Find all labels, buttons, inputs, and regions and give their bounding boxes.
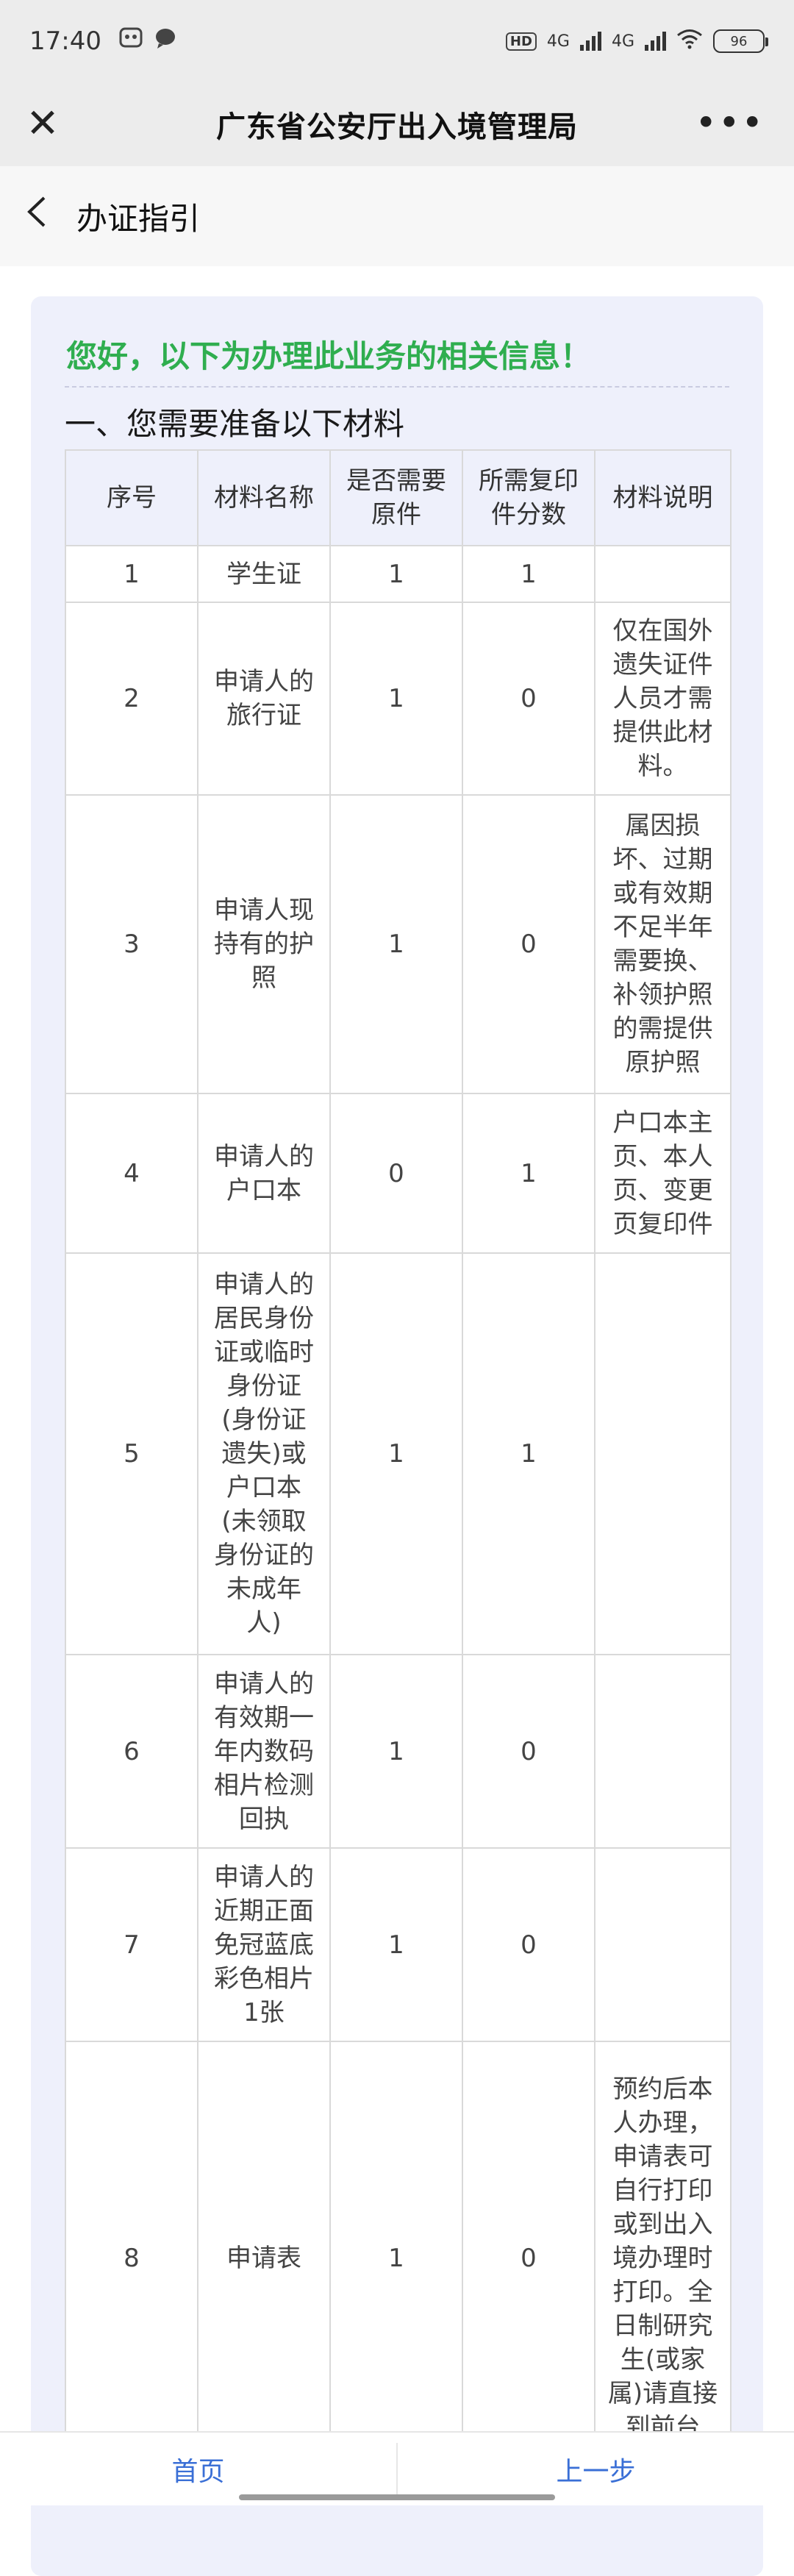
cell-name: 申请人的户口本 [197, 1093, 331, 1254]
cell-copies: 0 [462, 602, 596, 796]
battery-level: 96 [730, 33, 748, 49]
home-indicator[interactable] [239, 2494, 555, 2500]
cell-no: 1 [65, 545, 198, 603]
header-copies: 所需复印件分数 [462, 449, 596, 546]
cell-no: 8 [65, 2041, 198, 2476]
more-options-icon[interactable]: ••• [695, 104, 765, 141]
signal-icon-2 [645, 32, 666, 51]
cell-name: 申请人的旅行证 [197, 602, 331, 796]
table-row: 8 申请表 1 0 预约后本人办理，申请表可自行打印或到出入境办理时打印。全日制… [65, 2041, 732, 2476]
header-original: 是否需要原件 [329, 449, 463, 546]
cell-original: 0 [329, 1093, 463, 1254]
cell-note [594, 1654, 732, 1849]
cell-note: 属因损坏、过期或有效期不足半年需要换、补领护照的需提供原护照 [594, 794, 732, 1094]
page-title: 广东省公安厅出入境管理局 [216, 110, 578, 144]
cell-no: 7 [65, 1847, 198, 2042]
header-name: 材料名称 [197, 449, 331, 546]
cell-copies: 0 [462, 794, 596, 1094]
network-label-1: 4G [546, 32, 570, 51]
table-row: 3 申请人现持有的护照 1 0 属因损坏、过期或有效期不足半年需要换、补领护照的… [65, 794, 732, 1094]
battery-icon: 96 [713, 29, 768, 53]
cell-no: 5 [65, 1252, 198, 1655]
cell-original: 1 [329, 794, 463, 1094]
table-row: 4 申请人的户口本 0 1 户口本主页、本人页、变更页复印件 [65, 1093, 732, 1254]
cell-no: 4 [65, 1093, 198, 1254]
status-indicators: HD 4G 4G 96 [505, 29, 768, 54]
cell-copies: 0 [462, 1847, 596, 2042]
back-arrow-icon[interactable] [25, 194, 54, 238]
cell-copies: 0 [462, 2041, 596, 2476]
status-time: 17:40 [29, 26, 101, 56]
cell-no: 3 [65, 794, 198, 1094]
cell-no: 6 [65, 1654, 198, 1849]
table-row: 5 申请人的居民身份证或临时身份证(身份证遗失)或户口本(未领取身份证的未成年人… [65, 1252, 732, 1655]
chat-bubble-icon [154, 27, 176, 55]
cell-note: 仅在国外遗失证件人员才需提供此材料。 [594, 602, 732, 796]
sub-header: 办证指引 [0, 166, 794, 266]
cell-no: 2 [65, 602, 198, 796]
table-row: 7 申请人的近期正面免冠蓝底彩色相片1张 1 0 [65, 1847, 732, 2042]
materials-table: 序号 材料名称 是否需要原件 所需复印件分数 材料说明 1 学生证 1 1 2 … [65, 449, 732, 2476]
cell-copies: 1 [462, 545, 596, 603]
wifi-icon [676, 29, 703, 54]
cell-original: 1 [329, 545, 463, 603]
signal-icon-1 [579, 32, 601, 51]
table-header-row: 序号 材料名称 是否需要原件 所需复印件分数 材料说明 [65, 449, 732, 546]
cell-note: 户口本主页、本人页、变更页复印件 [594, 1093, 732, 1254]
dashed-divider [65, 386, 729, 388]
cell-copies: 0 [462, 1654, 596, 1849]
cell-note [594, 1847, 732, 2042]
cell-copies: 1 [462, 1093, 596, 1254]
cell-original: 1 [329, 1847, 463, 2042]
status-bar: 17:40 HD 4G 4G 96 [0, 0, 794, 82]
table-row: 2 申请人的旅行证 1 0 仅在国外遗失证件人员才需提供此材料。 [65, 602, 732, 796]
cell-original: 1 [329, 1252, 463, 1655]
cell-note [594, 1252, 732, 1655]
close-icon[interactable]: ✕ [22, 103, 63, 144]
cell-name: 申请人的有效期一年内数码相片检测回执 [197, 1654, 331, 1849]
table-row: 1 学生证 1 1 [65, 545, 732, 603]
network-label-2: 4G [611, 32, 634, 51]
cell-note: 预约后本人办理，申请表可自行打印或到出入境办理时打印。全日制研究生(或家属)请直… [594, 2041, 732, 2476]
section-title: 一、您需要准备以下材料 [65, 406, 405, 442]
cell-name: 学生证 [197, 545, 331, 603]
app-notification-icon [119, 27, 143, 55]
hd-voice-badge: HD [505, 32, 537, 51]
greeting-text: 您好，以下为办理此业务的相关信息！ [66, 338, 592, 374]
info-card: 您好，以下为办理此业务的相关信息！ 一、您需要准备以下材料 序号 材料名称 是否… [31, 296, 763, 2576]
cell-name: 申请人的居民身份证或临时身份证(身份证遗失)或户口本(未领取身份证的未成年人) [197, 1252, 331, 1655]
title-bar: ✕ 广东省公安厅出入境管理局 ••• [0, 82, 794, 166]
header-note: 材料说明 [594, 449, 732, 546]
cell-name: 申请人现持有的护照 [197, 794, 331, 1094]
cell-original: 1 [329, 602, 463, 796]
cell-name: 申请表 [197, 2041, 331, 2476]
header-no: 序号 [65, 449, 198, 546]
cell-note [594, 545, 732, 603]
cell-copies: 1 [462, 1252, 596, 1655]
table-row: 6 申请人的有效期一年内数码相片检测回执 1 0 [65, 1654, 732, 1849]
cell-original: 1 [329, 2041, 463, 2476]
cell-name: 申请人的近期正面免冠蓝底彩色相片1张 [197, 1847, 331, 2042]
cell-original: 1 [329, 1654, 463, 1849]
sub-header-title: 办证指引 [76, 200, 201, 237]
